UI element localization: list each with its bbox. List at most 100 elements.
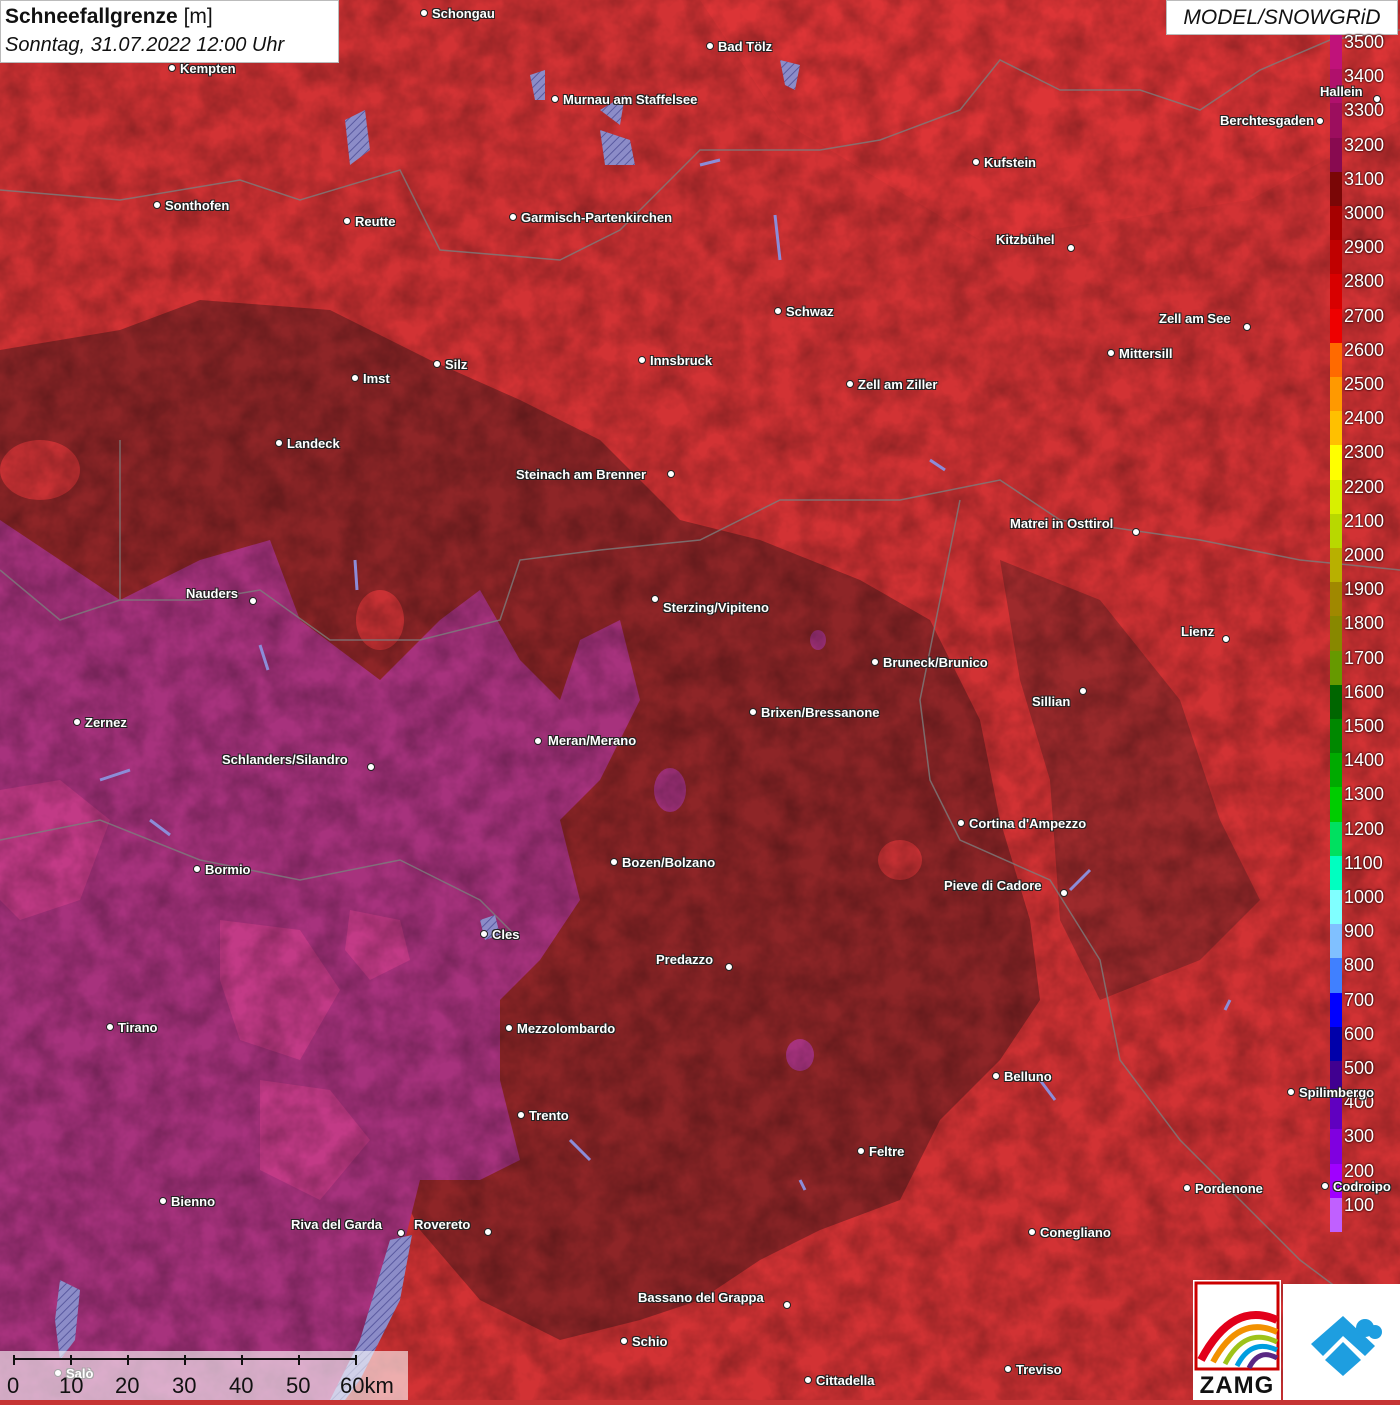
legend-swatch: [1330, 787, 1342, 823]
legend-label: 800: [1344, 955, 1375, 976]
legend-label: 1800: [1344, 613, 1385, 634]
city-label: Kempten: [180, 61, 236, 76]
legend-label: 3000: [1344, 203, 1385, 223]
legend-label: 2800: [1344, 271, 1385, 292]
city-label: Pordenone: [1195, 1181, 1263, 1196]
legend-label: 1700: [1344, 647, 1385, 668]
city-label: Innsbruck: [650, 353, 713, 368]
city-label: Bormio: [205, 862, 251, 877]
city-marker: [275, 439, 283, 447]
legend-swatch: [1330, 274, 1342, 310]
legend-label: 3500: [1344, 32, 1385, 52]
city-marker: [706, 42, 714, 50]
city-label: Trento: [529, 1108, 569, 1123]
model-label: MODEL/SNOWGRiD: [1166, 0, 1398, 35]
city-marker: [420, 9, 428, 17]
city-label: Berchtesgaden: [1220, 113, 1314, 128]
scale-label: 40: [229, 1373, 254, 1398]
city-marker: [1060, 889, 1068, 897]
city-marker: [480, 930, 488, 938]
city-marker: [1028, 1228, 1036, 1236]
city-marker: [1287, 1088, 1295, 1096]
city-label: Imst: [363, 371, 390, 386]
city-label: Zernez: [85, 715, 127, 730]
city-marker: [551, 95, 559, 103]
legend-label: 3100: [1344, 168, 1385, 189]
legend-swatch: [1330, 479, 1342, 515]
legend-swatch: [1330, 582, 1342, 617]
city-marker: [517, 1111, 525, 1119]
legend-label: 2500: [1344, 374, 1385, 394]
city-label: Matrei in Osttirol: [1010, 516, 1114, 531]
city-marker: [159, 1197, 167, 1205]
city-label: Bassano del Grappa: [638, 1290, 764, 1305]
legend-swatch: [1330, 753, 1342, 788]
legend-swatch: [1330, 206, 1342, 241]
legend-label: 900: [1344, 921, 1375, 942]
legend-label: 600: [1344, 1023, 1375, 1044]
city-marker: [992, 1072, 1000, 1080]
legend-swatch: [1330, 513, 1342, 549]
city-marker: [73, 718, 81, 726]
city-label: Schongau: [432, 6, 495, 21]
city-marker: [534, 737, 542, 745]
city-label: Bienno: [171, 1194, 216, 1209]
city-marker: [667, 470, 675, 478]
city-marker: [367, 763, 375, 771]
city-marker: [1222, 635, 1230, 643]
legend-label: 1300: [1344, 784, 1385, 805]
legend-swatch: [1330, 445, 1342, 481]
legend-label: 1000: [1344, 887, 1385, 907]
city-label: Bruneck/Brunico: [883, 655, 988, 670]
legend-swatch: [1330, 958, 1342, 994]
city-label: Kufstein: [984, 155, 1036, 170]
mountain-cloud-icon: [1311, 1316, 1382, 1376]
legend-label: 500: [1344, 1058, 1375, 1078]
legend-label: 700: [1344, 989, 1375, 1010]
legend-label: 2400: [1344, 408, 1385, 429]
legend-label: 2300: [1344, 442, 1385, 463]
legend-swatch: [1330, 1129, 1342, 1165]
city-marker: [1316, 117, 1324, 125]
city-label: Zell am Ziller: [858, 377, 938, 392]
legend-label: 2000: [1344, 545, 1385, 565]
legend-label: 1200: [1344, 818, 1385, 839]
city-label: Nauders: [186, 586, 239, 601]
city-label: Cittadella: [816, 1373, 875, 1388]
legend-label: 100: [1344, 1194, 1375, 1215]
zamg-logo-text: ZAMG: [1199, 1372, 1275, 1399]
city-marker: [774, 307, 782, 315]
legend-swatch: [1330, 1197, 1342, 1233]
city-marker: [106, 1023, 114, 1031]
legend-swatch: [1330, 103, 1342, 139]
legend-swatch: [1330, 171, 1342, 207]
city-marker: [871, 658, 879, 666]
city-marker: [1321, 1182, 1329, 1190]
map-title: Schneefallgrenze [m]: [5, 3, 334, 31]
legend-swatch: [1330, 1026, 1342, 1062]
city-label: Zell am See: [1159, 311, 1231, 326]
city-marker: [846, 380, 854, 388]
city-label: Rovereto: [414, 1217, 471, 1232]
map-subtitle: Sonntag, 31.07.2022 12:00 Uhr: [5, 34, 285, 56]
legend-swatch: [1330, 548, 1342, 583]
city-label: Spilimbergo: [1299, 1085, 1375, 1100]
city-marker: [168, 64, 176, 72]
city-marker: [1079, 687, 1087, 695]
scale-label: 50: [286, 1373, 311, 1398]
city-marker: [509, 213, 517, 221]
city-marker: [638, 356, 646, 364]
map-title-box: Schneefallgrenze [m] Sonntag, 31.07.2022…: [0, 0, 339, 63]
city-marker: [1243, 323, 1251, 331]
legend-label: 1900: [1344, 579, 1385, 600]
zamg-rainbow-icon: [1194, 1281, 1280, 1371]
city-marker: [610, 858, 618, 866]
legend-label: 300: [1344, 1126, 1375, 1147]
city-marker: [857, 1147, 865, 1155]
city-label: Treviso: [1016, 1362, 1062, 1377]
legend-label: 2600: [1344, 339, 1385, 360]
city-label: Predazzo: [656, 952, 714, 967]
legend-label: 3300: [1344, 100, 1385, 121]
city-marker: [1132, 528, 1140, 536]
city-label: Sterzing/Vipiteno: [663, 600, 769, 615]
